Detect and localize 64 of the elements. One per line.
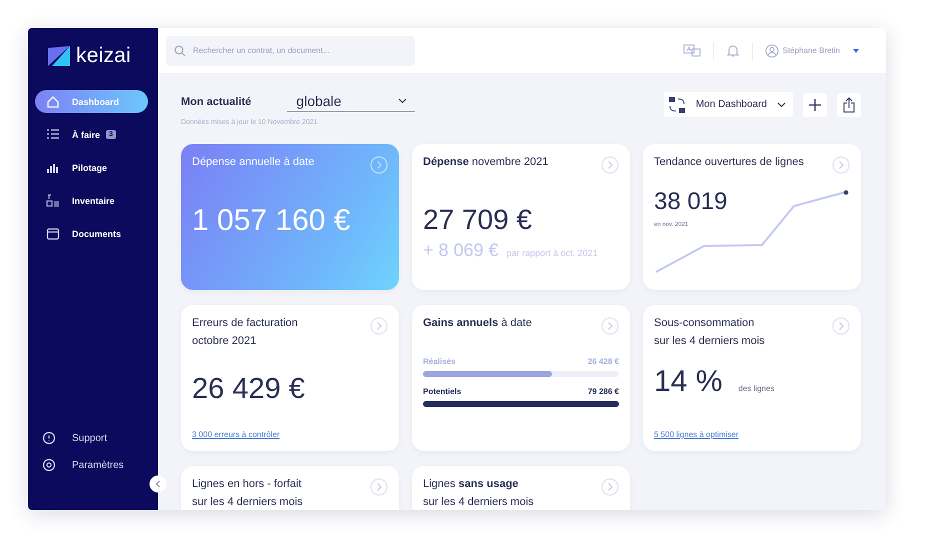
amount: 1 057 160 €: [192, 204, 352, 238]
bar-label: Réalisés: [423, 357, 456, 366]
filter-dropdown[interactable]: globale: [287, 92, 416, 112]
delta-amount: + 8 069 €: [423, 240, 499, 261]
card-title: Dépense annuelle à date: [192, 156, 314, 168]
logo-text: keizai: [76, 44, 131, 68]
chevron-icon: [398, 98, 408, 104]
card-subtitle: sur les 4 derniers mois: [192, 496, 303, 508]
chevron-circle-icon[interactable]: [601, 478, 619, 496]
share-button[interactable]: [837, 92, 861, 116]
section-title: Mon actualité: [181, 96, 252, 108]
bar-label: Potentiels: [423, 387, 462, 396]
card-subtitle: octobre 2021: [192, 335, 258, 347]
sidebar-link[interactable]: Support: [42, 431, 158, 445]
bar-amount: 26 428 €: [588, 357, 619, 366]
user-icon: [764, 44, 779, 58]
home-icon: [46, 94, 60, 108]
help-icon: [42, 431, 56, 445]
card-title: Dépense novembre 2021: [423, 156, 548, 168]
chevron-circle-icon[interactable]: [370, 478, 388, 496]
bar-amount: 79 286 €: [588, 387, 619, 396]
sidebar-item[interactable]: Documents: [35, 222, 148, 245]
translate-icon[interactable]: [682, 44, 701, 58]
folder-icon: [46, 226, 60, 240]
card-title: Lignes sans usage: [423, 478, 520, 490]
bell-icon[interactable]: [726, 44, 740, 58]
plus-icon: [809, 98, 821, 110]
settings-icon: [42, 458, 56, 472]
caret-icon: [850, 46, 862, 54]
card-title: Gains annuels à date: [423, 317, 532, 329]
chevron-circle-icon[interactable]: [832, 317, 850, 335]
user-name: Stéphane Bretin: [782, 46, 840, 55]
card-title: Erreurs de facturation: [192, 317, 298, 329]
card-link[interactable]: 3 000 erreurs à contrôler: [192, 430, 388, 439]
chevron-circle-icon[interactable]: [370, 317, 388, 335]
card-title: Sous-consommation: [654, 317, 756, 329]
collapse-button[interactable]: [149, 475, 167, 493]
percentage: 14 %: [654, 365, 722, 399]
grid-swap-icon: [668, 96, 686, 114]
add-button[interactable]: [803, 92, 827, 116]
card-title: Lignes en hors - forfait: [192, 478, 302, 490]
card-link[interactable]: 5 500 lignes à optimiser: [654, 430, 850, 439]
inventory-icon: [46, 194, 60, 208]
logo-icon: [48, 46, 70, 66]
card-subtitle: sur les 4 derniers mois: [654, 335, 765, 347]
search-icon: [174, 44, 186, 56]
unit-label: des lignes: [738, 384, 774, 393]
amount: 38 019: [654, 188, 728, 216]
sidebar-link[interactable]: Paramètres: [42, 458, 158, 472]
chevron-circle-icon[interactable]: [832, 156, 850, 174]
card-title: Tendance ouvertures de lignes: [654, 156, 804, 168]
delta-note: par rapport à oct. 2021: [506, 248, 598, 258]
amount: 26 429 €: [192, 373, 306, 406]
search-field[interactable]: Rechercher un contrat, un document...: [166, 36, 415, 66]
card-subtitle: sur les 4 derniers mois: [423, 496, 534, 508]
share-icon: [843, 96, 855, 112]
chevron-circle-icon[interactable]: [601, 317, 619, 335]
sidebar-item[interactable]: Inventaire: [35, 189, 148, 212]
chevron-icon: [777, 102, 786, 108]
dashboard-dropdown[interactable]: Mon Dashboard: [664, 92, 793, 117]
amount: 27 709 €: [423, 204, 533, 236]
chevron-circle-icon[interactable]: [601, 156, 619, 174]
checklist-icon: [46, 128, 60, 142]
sidebar-item[interactable]: Pilotage: [35, 156, 148, 179]
